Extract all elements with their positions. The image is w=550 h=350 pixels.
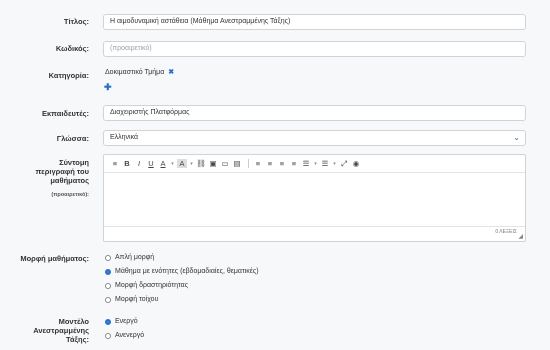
ordered-list-dropdown-icon[interactable]: ▾	[332, 161, 337, 167]
format-label: Μορφή μαθήματος:	[20, 254, 89, 263]
chevron-down-icon: ⌄	[513, 133, 520, 142]
code-input[interactable]: (προαιρετικό)	[103, 41, 526, 57]
preview-eye-icon[interactable]: ◉	[351, 159, 361, 168]
category-name: Δοκιμαστικό Τμήμα	[105, 69, 165, 76]
unordered-list-dropdown-icon[interactable]: ▾	[313, 161, 318, 167]
align-right-icon[interactable]: ≡	[277, 159, 287, 168]
image-icon[interactable]: ▣	[208, 159, 218, 168]
ordered-list-icon[interactable]: ☰	[320, 159, 330, 168]
radio-icon[interactable]	[105, 254, 111, 261]
description-hint: (προαιρετικό):	[51, 192, 89, 198]
remove-category-icon[interactable]: ✖	[168, 69, 174, 76]
radio-icon[interactable]	[105, 282, 111, 289]
align-left-icon[interactable]: ≡	[253, 159, 263, 168]
radio-selected-icon[interactable]	[105, 268, 111, 275]
language-value: Ελληνικά	[110, 134, 139, 141]
format-option-simple[interactable]: Απλή μορφή	[105, 254, 154, 261]
italic-button[interactable]: I	[134, 159, 144, 168]
format-option-wall[interactable]: Μορφή τοίχου	[105, 296, 158, 303]
format-option-units[interactable]: Μάθημα με ενότητες (εβδομαδιαίες, θεματι…	[105, 268, 259, 275]
radio-icon[interactable]	[105, 296, 111, 303]
align-justify-icon[interactable]: ≡	[289, 159, 299, 168]
flipped-option-inactive[interactable]: Ανενεργό	[105, 332, 144, 339]
paragraph-format-icon[interactable]: ≡	[110, 159, 120, 168]
toolbar-divider	[248, 159, 249, 168]
background-color-dropdown-icon[interactable]: ▾	[189, 161, 194, 167]
align-center-icon[interactable]: ≡	[265, 159, 275, 168]
unordered-list-icon[interactable]: ☰	[301, 159, 311, 168]
instructor-input[interactable]: Διαχειριστής Πλατφόρμας	[103, 105, 526, 121]
underline-button[interactable]: U	[146, 159, 156, 168]
description-editor[interactable]: ≡ B I U A ▾ A ▾ ⛓ ▣ ▭ ▤ ≡ ≡ ≡ ≡ ☰ ▾ ☰ ▾ …	[103, 154, 526, 242]
flipped-option-active[interactable]: Ενεργό	[105, 318, 138, 325]
video-icon[interactable]: ▭	[220, 159, 230, 168]
flipped-model-label: Μοντέλο Ανεστραμμένης Τάξης:	[33, 317, 89, 344]
radio-icon[interactable]	[105, 332, 111, 339]
language-select[interactable]: Ελληνικά ⌄	[103, 130, 526, 146]
description-label: Σύντομη περιγραφή του μαθήματος	[35, 158, 89, 185]
font-color-dropdown-icon[interactable]: ▾	[170, 161, 175, 167]
table-icon[interactable]: ▤	[232, 159, 242, 168]
title-input[interactable]: Η αιμοδυναμική αστάθεια (Μάθημα Ανεστραμ…	[103, 14, 526, 30]
code-label: Κωδικός:	[55, 44, 89, 53]
radio-selected-icon[interactable]	[105, 318, 111, 325]
language-label: Γλώσσα:	[56, 134, 89, 143]
instructor-label: Εκπαιδευτές:	[41, 109, 89, 118]
font-color-button[interactable]: A	[158, 159, 168, 168]
fullscreen-icon[interactable]: ⤢	[339, 159, 349, 169]
category-label: Κατηγορία:	[48, 71, 89, 80]
category-value: Δοκιμαστικό Τμήμα ✖	[105, 68, 174, 76]
bold-button[interactable]: B	[122, 159, 132, 168]
title-label: Τίτλος:	[63, 17, 89, 26]
editor-content-area[interactable]	[104, 173, 525, 227]
format-option-activity[interactable]: Μορφή δραστηριότητας	[105, 282, 188, 289]
background-color-button[interactable]: A	[177, 159, 187, 168]
link-icon[interactable]: ⛓	[196, 159, 206, 168]
resize-handle-icon[interactable]: ◢	[518, 233, 523, 240]
editor-toolbar: ≡ B I U A ▾ A ▾ ⛓ ▣ ▭ ▤ ≡ ≡ ≡ ≡ ☰ ▾ ☰ ▾ …	[104, 155, 525, 173]
word-count: 0 ΛΕΞΕΙΣ	[495, 229, 517, 235]
add-category-icon[interactable]: ✚	[104, 82, 112, 93]
